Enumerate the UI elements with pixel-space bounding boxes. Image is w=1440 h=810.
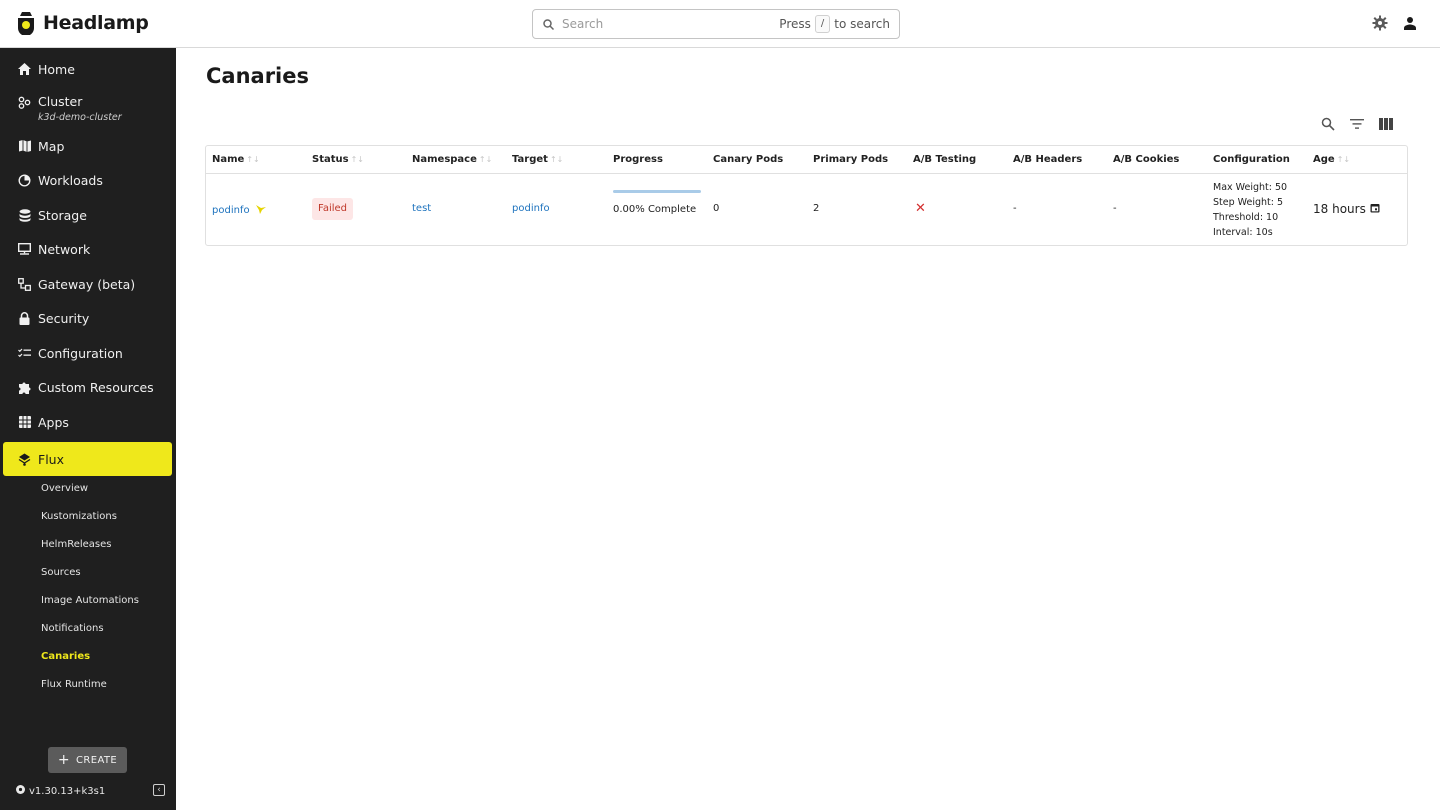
table-header: Name ↑↓ Status ↑↓ Namespace ↑↓ Target ↑↓ Pro… xyxy=(206,146,1407,174)
sidebar-item-gateway[interactable]: Gateway (beta) xyxy=(0,267,176,301)
config-threshold: Threshold: 10 xyxy=(1213,212,1279,223)
column-header-configuration: Configuration xyxy=(1213,154,1290,165)
primary-pods-count: 2 xyxy=(813,203,820,214)
progress-bar xyxy=(613,190,701,193)
sidebar-subitem-helmreleases[interactable]: HelmReleases xyxy=(41,537,111,553)
top-bar: Headlamp Search Press / to search xyxy=(0,0,1440,48)
user-account-icon[interactable] xyxy=(1402,14,1418,32)
gateway-icon xyxy=(18,277,31,291)
sidebar-item-cluster[interactable]: Cluster k3d-demo-cluster xyxy=(0,86,176,130)
configuration-details: Max Weight: 50 Step Weight: 5 Threshold:… xyxy=(1213,180,1287,240)
sidebar-subitem-canaries[interactable]: Canaries xyxy=(41,649,90,665)
column-header-age[interactable]: Age ↑↓ xyxy=(1313,154,1350,165)
sidebar-item-home[interactable]: Home xyxy=(0,52,176,86)
column-header-ab-headers: A/B Headers xyxy=(1013,154,1083,165)
sidebar: Home Cluster k3d-demo-cluster Map Worklo… xyxy=(0,48,176,810)
sidebar-item-map[interactable]: Map xyxy=(0,129,176,163)
filter-icon[interactable] xyxy=(1349,116,1365,132)
cluster-icon xyxy=(18,96,31,109)
sidebar-item-custom-resources[interactable]: Custom Resources xyxy=(0,370,176,404)
canary-bird-icon xyxy=(255,203,267,218)
create-button[interactable]: + CREATE xyxy=(48,747,127,773)
page-title: Canaries xyxy=(206,64,310,88)
sidebar-subitem-image-automations[interactable]: Image Automations xyxy=(41,593,139,609)
shortcut-key: / xyxy=(814,15,831,33)
sidebar-item-apps[interactable]: Apps xyxy=(0,405,176,439)
column-header-ab-testing: A/B Testing xyxy=(913,154,977,165)
sidebar-subitem-flux-runtime[interactable]: Flux Runtime xyxy=(41,677,107,693)
configuration-icon xyxy=(18,347,31,360)
settings-gear-icon[interactable] xyxy=(1372,14,1388,32)
network-icon xyxy=(18,243,31,256)
storage-icon xyxy=(18,208,31,222)
sidebar-subitem-overview[interactable]: Overview xyxy=(41,481,88,497)
columns-icon[interactable] xyxy=(1378,116,1394,132)
app-logo[interactable]: Headlamp xyxy=(16,11,149,36)
table-search-icon[interactable] xyxy=(1320,116,1336,132)
column-header-namespace[interactable]: Namespace ↑↓ xyxy=(412,154,492,165)
column-header-primary-pods: Primary Pods xyxy=(813,154,889,165)
apps-icon xyxy=(18,416,31,429)
cluster-name: k3d-demo-cluster xyxy=(38,112,122,123)
app-name: Headlamp xyxy=(43,12,149,34)
search-icon xyxy=(542,17,556,31)
cluster-version: v1.30.13+k3s1 xyxy=(16,785,105,797)
sidebar-subitem-notifications[interactable]: Notifications xyxy=(41,621,104,637)
sidebar-subitem-kustomizations[interactable]: Kustomizations xyxy=(41,509,117,525)
search-placeholder: Search xyxy=(562,17,604,31)
search-input[interactable]: Search Press / to search xyxy=(532,9,900,39)
calendar-icon[interactable] xyxy=(1370,202,1380,216)
headlamp-logo-icon xyxy=(16,11,36,36)
search-shortcut-hint: Press / to search xyxy=(779,15,890,33)
config-step-weight: Step Weight: 5 xyxy=(1213,197,1284,208)
sidebar-subitem-sources[interactable]: Sources xyxy=(41,565,81,581)
sidebar-item-flux[interactable]: Flux xyxy=(3,442,172,476)
sort-icon: ↑↓ xyxy=(549,155,564,164)
namespace-link[interactable]: test xyxy=(412,203,431,214)
puzzle-icon xyxy=(18,381,31,394)
flux-icon xyxy=(18,453,31,466)
config-max-weight: Max Weight: 50 xyxy=(1213,182,1288,193)
target-link[interactable]: podinfo xyxy=(512,203,550,214)
plus-icon: + xyxy=(57,752,70,768)
home-icon xyxy=(18,63,31,76)
workloads-icon xyxy=(18,173,31,187)
table-toolbar xyxy=(1320,116,1394,132)
column-header-ab-cookies: A/B Cookies xyxy=(1113,154,1180,165)
sidebar-item-storage[interactable]: Storage xyxy=(0,198,176,232)
sort-icon: ↑↓ xyxy=(350,155,364,164)
ab-testing-disabled-icon: ✕ xyxy=(915,201,926,216)
info-circle-icon xyxy=(16,785,25,797)
canary-pods-count: 0 xyxy=(713,203,720,214)
column-header-progress: Progress xyxy=(613,154,663,165)
sidebar-item-configuration[interactable]: Configuration xyxy=(0,336,176,370)
sort-icon: ↑↓ xyxy=(246,155,260,164)
ab-headers-value: - xyxy=(1013,203,1017,214)
sort-icon: ↑↓ xyxy=(478,155,493,164)
canaries-table: Name ↑↓ Status ↑↓ Namespace ↑↓ Target ↑↓ Pro… xyxy=(205,145,1408,246)
column-header-status[interactable]: Status ↑↓ xyxy=(312,154,364,165)
lock-icon xyxy=(18,311,31,325)
column-header-target[interactable]: Target ↑↓ xyxy=(512,154,563,165)
sidebar-item-workloads[interactable]: Workloads xyxy=(0,163,176,197)
progress-text: 0.00% Complete xyxy=(613,204,697,215)
collapse-sidebar-icon[interactable]: ‹ xyxy=(153,784,165,796)
ab-cookies-value: - xyxy=(1113,203,1117,214)
sidebar-item-network[interactable]: Network xyxy=(0,232,176,266)
sidebar-item-security[interactable]: Security xyxy=(0,301,176,335)
column-header-canary-pods: Canary Pods xyxy=(713,154,784,165)
sort-icon: ↑↓ xyxy=(1336,155,1351,164)
config-interval: Interval: 10s xyxy=(1213,227,1273,238)
age-value: 18 hours xyxy=(1313,202,1380,216)
column-header-name[interactable]: Name ↑↓ xyxy=(212,154,260,165)
status-badge: Failed xyxy=(312,198,354,220)
map-icon xyxy=(18,140,31,153)
canary-name-link[interactable]: podinfo xyxy=(212,203,267,218)
